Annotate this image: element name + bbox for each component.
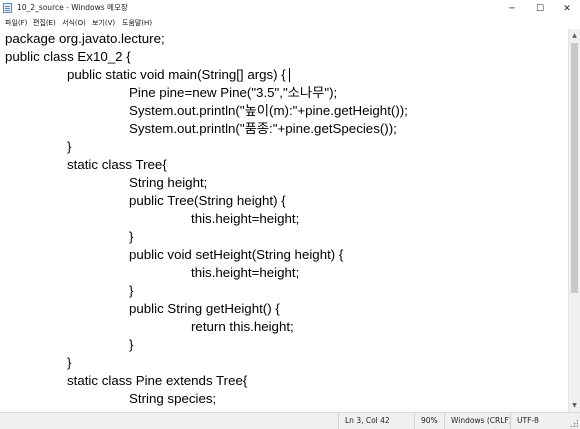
code-line: public static void main(String[] args) { [67,67,286,82]
code-line: } [129,283,134,298]
scroll-thumb[interactable] [571,43,578,293]
code-line: public String getHeight() { [129,301,280,316]
code-line: return this.height; [191,319,294,334]
scroll-up-button[interactable]: ▲ [569,29,580,41]
code-line: Pine pine=new Pine("3.5","소나무"); [129,85,338,100]
code-line: this.height=height; [191,211,300,226]
vertical-scrollbar[interactable]: ▲ ▼ [568,29,580,412]
text-caret [289,68,290,82]
menu-edit[interactable]: 편집(E) [33,18,56,28]
zoom-level: 90% [414,413,444,429]
cursor-position: Ln 3, Col 42 [338,413,414,429]
code-line: this.height=height; [191,265,300,280]
window-title: 10_2_source - Windows 메모장 [17,3,128,12]
menu-file[interactable]: 파일(F) [5,18,27,28]
code-line: String species; [129,391,217,406]
title-bar: 10_2_source - Windows 메모장 ─ ☐ ✕ [0,0,580,18]
code-line: System.out.println("높이(m):"+pine.getHeig… [129,103,408,118]
code-line: } [129,229,134,244]
code-line: static class Pine extends Tree{ [67,373,248,388]
scroll-down-button[interactable]: ▼ [569,399,580,411]
menu-view[interactable]: 보기(V) [92,18,115,28]
close-button[interactable]: ✕ [554,0,580,17]
code-line: package org.javato.lecture; [5,31,165,46]
menu-help[interactable]: 도움말(H) [122,18,152,28]
text-editor[interactable]: package org.javato.lecture; public class… [0,29,568,412]
code-line: } [129,337,134,352]
status-bar: Ln 3, Col 42 90% Windows (CRLF) UTF-8 [0,412,580,429]
code-line: public class Ex10_2 { [5,49,131,64]
resize-grip[interactable] [570,419,578,427]
notepad-icon [3,3,12,13]
code-line: } [67,355,72,370]
code-line: String height; [129,175,208,190]
maximize-button[interactable]: ☐ [527,0,553,17]
code-line: public void setHeight(String height) { [129,247,344,262]
line-ending: Windows (CRLF) [444,413,512,429]
code-line: static class Tree{ [67,157,167,172]
menu-format[interactable]: 서식(O) [62,18,86,28]
minimize-button[interactable]: ─ [499,0,525,17]
code-line: public Tree(String height) { [129,193,286,208]
encoding: UTF-8 [510,413,570,429]
code-line: } [67,139,72,154]
code-line: System.out.println("품종:"+pine.getSpecies… [129,121,397,136]
